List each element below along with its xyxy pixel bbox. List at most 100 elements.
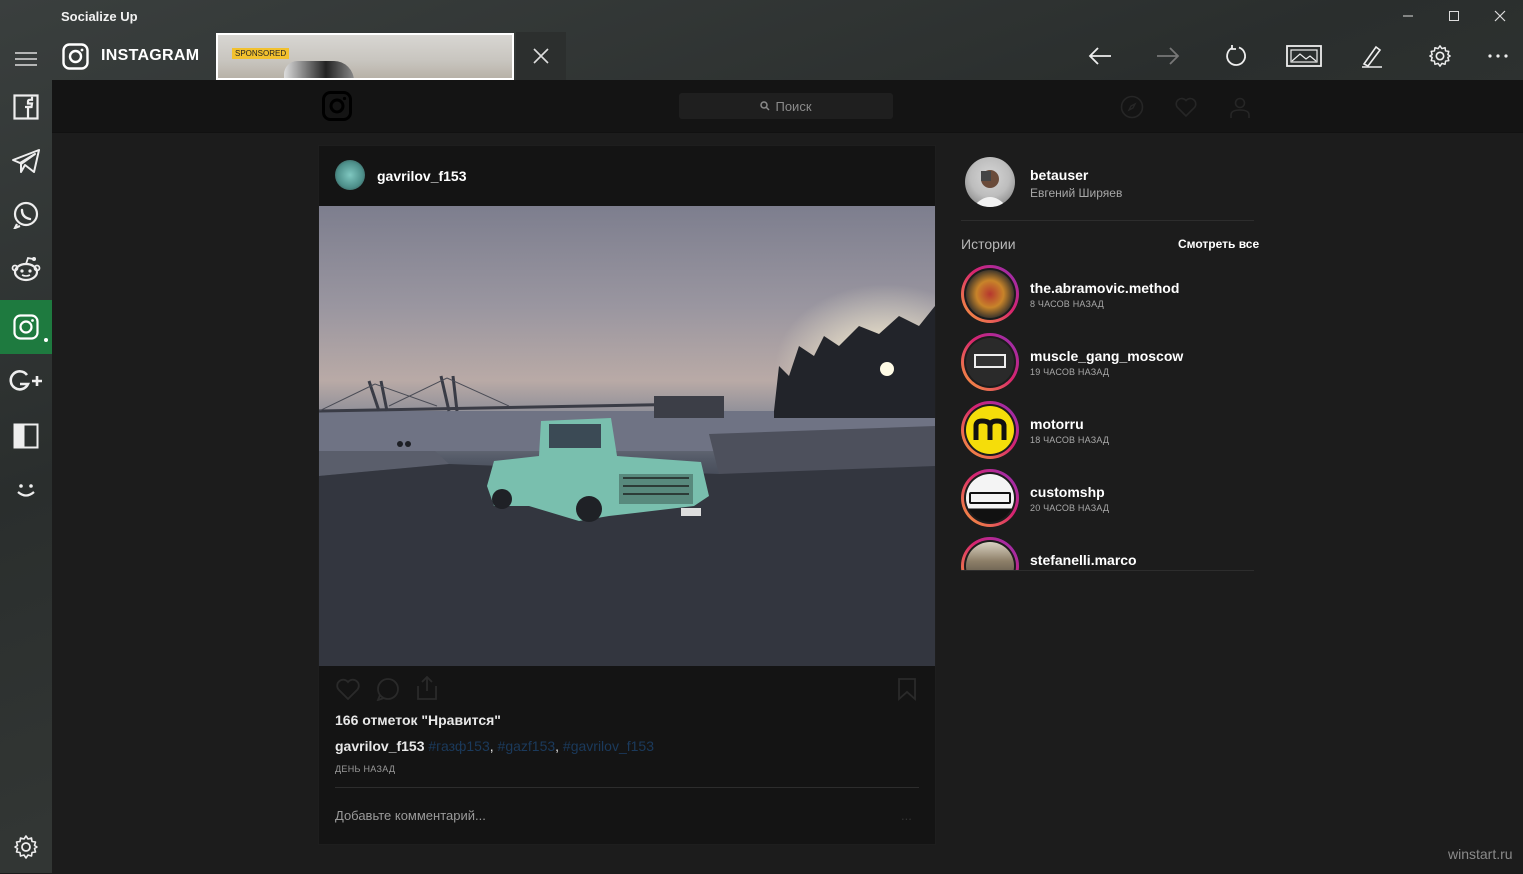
- back-button[interactable]: [1084, 40, 1116, 72]
- caption-username[interactable]: gavrilov_f153: [335, 738, 425, 754]
- share-icon[interactable]: [415, 675, 439, 701]
- picture-mode-button[interactable]: [1286, 40, 1322, 72]
- story-ring: [961, 469, 1019, 527]
- post-username[interactable]: gavrilov_f153: [377, 168, 467, 184]
- hamburger-menu-button[interactable]: [0, 32, 52, 86]
- title-bar: Socialize Up: [0, 0, 1523, 32]
- settings-button-rail[interactable]: [0, 820, 52, 874]
- search-icon: [760, 101, 771, 111]
- instagram-logo-icon: [322, 91, 352, 121]
- instagram-icon: [62, 42, 89, 70]
- compose-button[interactable]: [1356, 40, 1388, 72]
- bookmark-icon[interactable]: [897, 677, 917, 701]
- gear-icon: [14, 835, 38, 859]
- hashtag[interactable]: #gazf153: [498, 738, 556, 754]
- image-frame-icon: [1286, 45, 1322, 67]
- story-item[interactable]: motorru 18 ЧАСОВ НАЗАД: [961, 401, 1254, 463]
- settings-button[interactable]: [1424, 40, 1456, 72]
- instagram-home-link[interactable]: [322, 91, 352, 126]
- refresh-icon: [1226, 45, 1246, 66]
- see-all-stories-link[interactable]: Смотреть все: [1178, 237, 1259, 251]
- story-avatar: [966, 406, 1014, 454]
- instagram-icon: [13, 314, 39, 340]
- facebook-icon: [13, 94, 39, 120]
- smiley-icon: [17, 484, 35, 497]
- heart-icon[interactable]: [1174, 95, 1198, 119]
- app-title: Socialize Up: [61, 9, 138, 24]
- story-time: 8 ЧАСОВ НАЗАД: [1030, 299, 1104, 309]
- divider: [335, 787, 919, 788]
- hashtag[interactable]: #gavrilov_f153: [563, 738, 654, 754]
- app-window: Socialize Up INSTAGRAM SPONSORED Поиск g…: [0, 0, 1523, 873]
- story-ring: [961, 401, 1019, 459]
- rail-item-instagram[interactable]: [0, 300, 52, 354]
- maximize-icon: [1449, 11, 1459, 21]
- left-rail: [0, 32, 52, 873]
- story-username: stefanelli.marco: [1030, 552, 1137, 568]
- stories-list: the.abramovic.method 8 ЧАСОВ НАЗАД muscl…: [961, 265, 1254, 571]
- close-window-button[interactable]: [1477, 0, 1523, 32]
- split-panel-icon: [13, 423, 39, 449]
- close-ad-button[interactable]: [516, 32, 566, 80]
- telegram-icon: [12, 149, 40, 173]
- story-item[interactable]: muscle_gang_moscow 19 ЧАСОВ НАЗАД: [961, 333, 1254, 395]
- post-options-button[interactable]: ...: [901, 808, 912, 823]
- search-placeholder: Поиск: [775, 98, 812, 114]
- active-indicator: [44, 338, 48, 342]
- avatar[interactable]: [335, 160, 365, 190]
- story-time: 20 ЧАСОВ НАЗАД: [1030, 503, 1110, 513]
- instagram-header: Поиск: [52, 80, 1523, 133]
- current-username[interactable]: betauser: [1030, 167, 1088, 183]
- story-avatar: [966, 338, 1014, 386]
- story-time: 18 ЧАСОВ НАЗАД: [1030, 435, 1110, 445]
- hamburger-icon: [15, 52, 37, 66]
- story-avatar: [966, 270, 1014, 318]
- rail-item-reddit[interactable]: [0, 242, 52, 296]
- current-full-name: Евгений Ширяев: [1030, 186, 1123, 200]
- story-item[interactable]: the.abramovic.method 8 ЧАСОВ НАЗАД: [961, 265, 1254, 327]
- story-username: motorru: [1030, 416, 1084, 432]
- story-username: the.abramovic.method: [1030, 280, 1180, 296]
- minimize-button[interactable]: [1385, 0, 1431, 32]
- story-item[interactable]: customshp 20 ЧАСОВ НАЗАД: [961, 469, 1254, 531]
- sponsored-ad-banner[interactable]: SPONSORED: [216, 33, 514, 80]
- rail-item-facebook[interactable]: [0, 80, 52, 134]
- comment-input[interactable]: Добавьте комментарий...: [335, 808, 486, 823]
- avatar[interactable]: [965, 157, 1015, 207]
- story-username: muscle_gang_moscow: [1030, 348, 1184, 364]
- ad-image: [284, 61, 354, 78]
- close-icon: [1494, 10, 1506, 22]
- more-options-button[interactable]: [1482, 40, 1514, 72]
- network-name: INSTAGRAM: [101, 47, 200, 64]
- profile-icon[interactable]: [1228, 95, 1252, 119]
- pen-icon: [1362, 45, 1382, 68]
- story-username: customshp: [1030, 484, 1105, 500]
- arrow-right-icon: [1157, 47, 1180, 65]
- watermark: winstart.ru: [1448, 846, 1513, 862]
- compass-icon[interactable]: [1120, 95, 1144, 119]
- whatsapp-icon: [13, 201, 39, 229]
- rail-item-telegram[interactable]: [0, 134, 52, 188]
- minimize-icon: [1403, 15, 1413, 17]
- rail-item-split-view[interactable]: [0, 409, 52, 463]
- google-plus-icon: [9, 370, 42, 391]
- comment-bubble-icon[interactable]: [375, 677, 401, 701]
- reddit-icon: [11, 256, 41, 282]
- likes-count[interactable]: 166 отметок "Нравится": [335, 712, 501, 728]
- rail-item-google-plus[interactable]: [0, 354, 52, 408]
- maximize-button[interactable]: [1431, 0, 1477, 32]
- rail-item-feedback[interactable]: [0, 464, 52, 518]
- like-heart-icon[interactable]: [335, 677, 361, 701]
- story-item[interactable]: stefanelli.marco: [961, 537, 1254, 570]
- post-photo[interactable]: [319, 206, 935, 666]
- close-icon: [533, 48, 549, 64]
- post-header: gavrilov_f153: [319, 146, 935, 206]
- search-input[interactable]: Поиск: [679, 93, 893, 119]
- post-timestamp[interactable]: ДЕНЬ НАЗАД: [335, 764, 395, 774]
- photo-scene: [319, 206, 935, 666]
- forward-button[interactable]: [1152, 40, 1184, 72]
- rail-item-whatsapp[interactable]: [0, 188, 52, 242]
- hashtag[interactable]: #газф153: [428, 738, 489, 754]
- story-time: 19 ЧАСОВ НАЗАД: [1030, 367, 1110, 377]
- refresh-button[interactable]: [1220, 40, 1252, 72]
